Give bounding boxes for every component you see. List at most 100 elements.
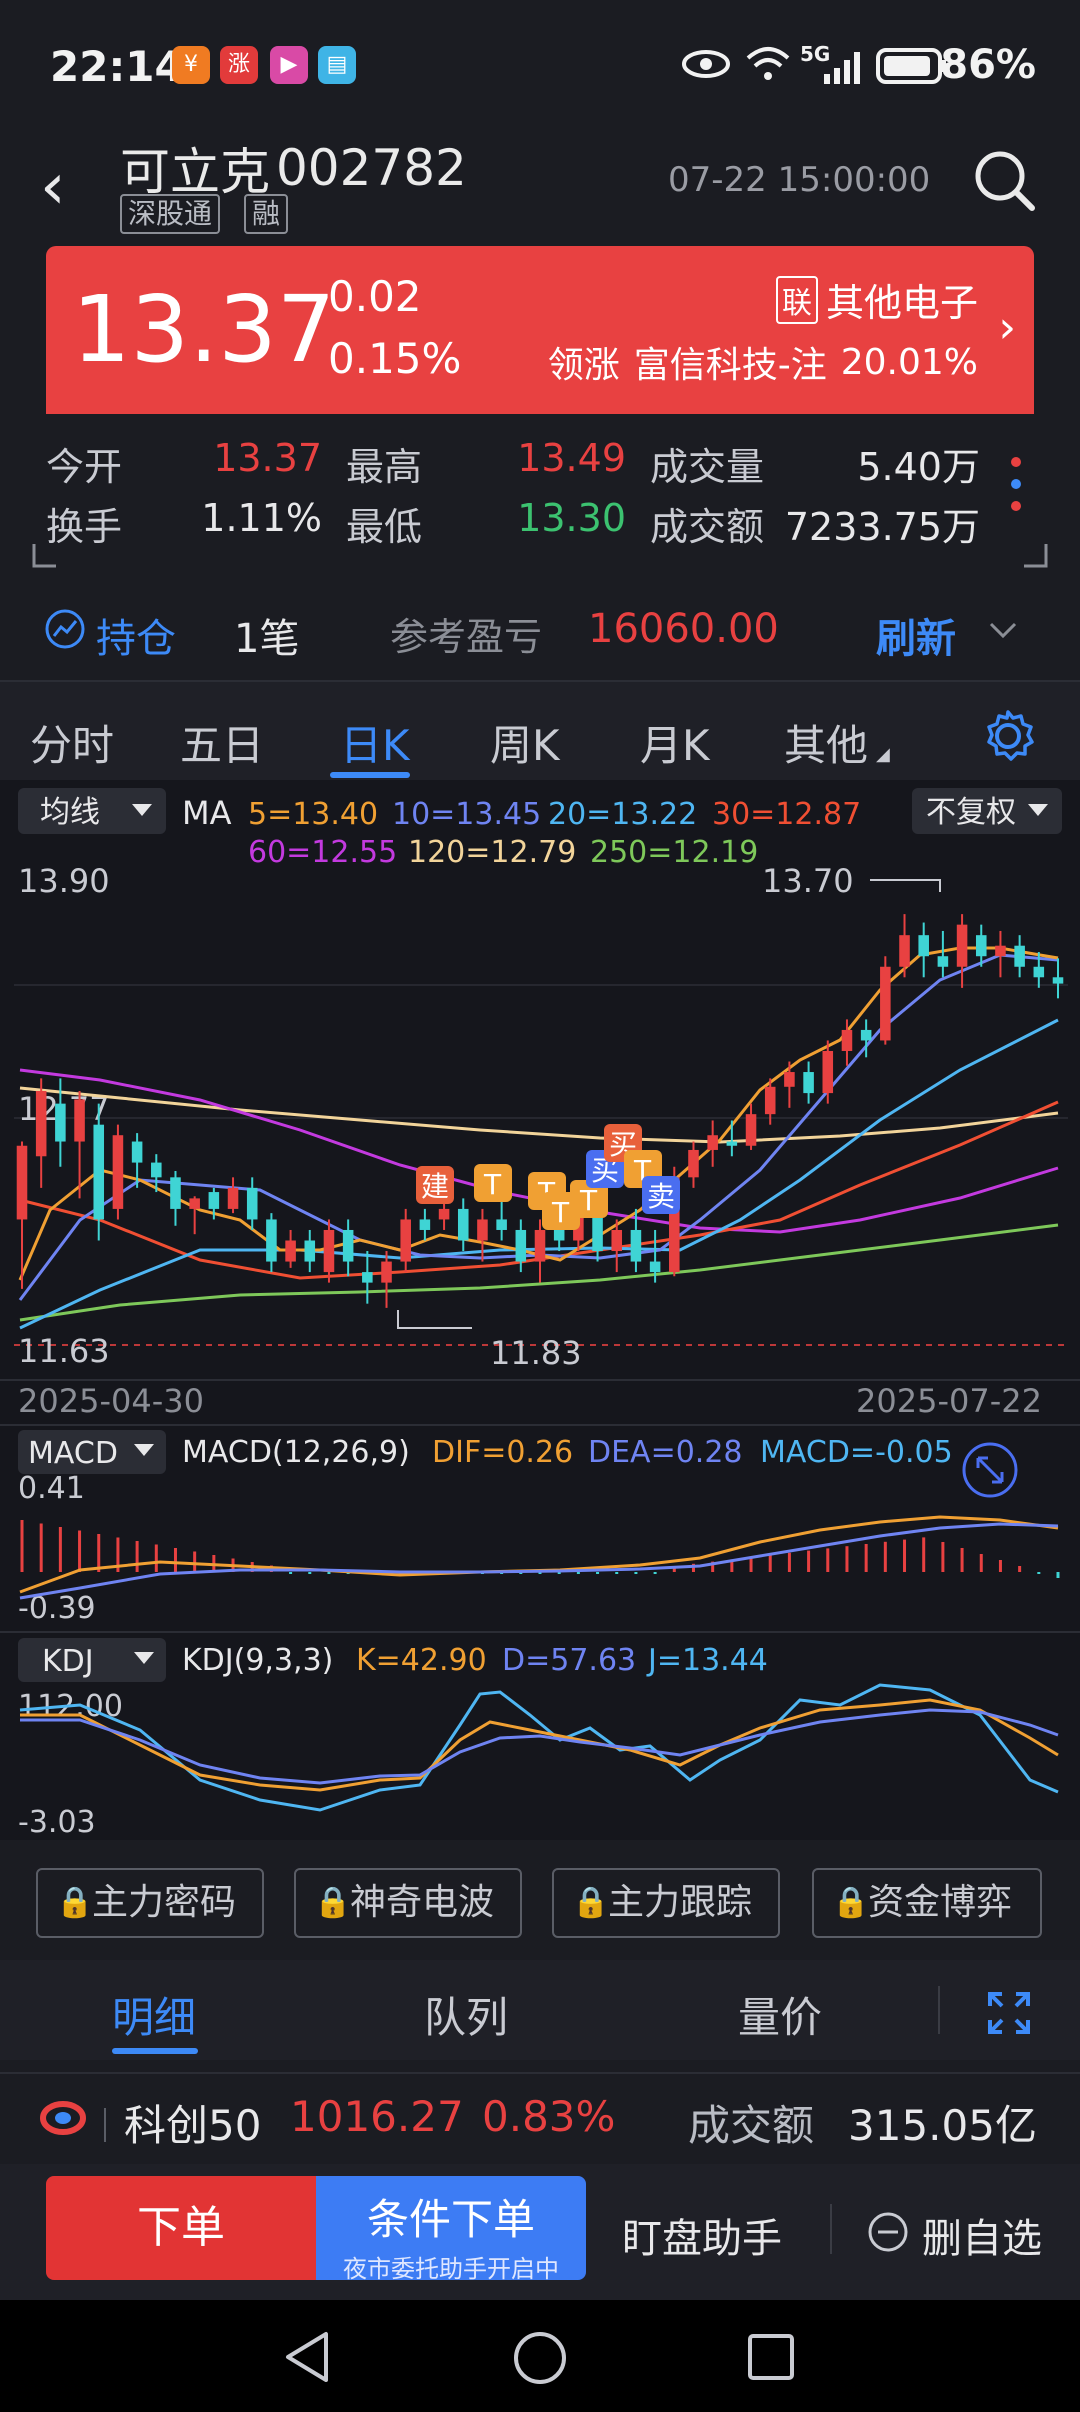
adjust-label: 不复权	[926, 795, 1016, 830]
candle-body	[822, 1050, 834, 1094]
candle-body	[16, 1145, 28, 1220]
tag-shenzhen-connect[interactable]: 深股通	[120, 194, 221, 234]
high-label: 最高	[346, 445, 423, 489]
ma-legend-item: 60=12.55	[248, 835, 397, 870]
macd-bar	[845, 1546, 849, 1572]
tab-intraday[interactable]: 分时	[30, 712, 114, 773]
nav-recents-icon[interactable]	[746, 2332, 796, 2382]
macd-bar	[749, 1557, 753, 1572]
low-mark-label: 11.83	[490, 1334, 582, 1372]
kdj-j: J=13.44	[646, 1643, 768, 1678]
macd-bar	[653, 1572, 657, 1574]
macd-bar	[787, 1552, 791, 1572]
capital-game-button[interactable]: 🔒 资金博弈	[812, 1868, 1042, 1938]
more-dots-icon[interactable]	[1006, 452, 1026, 518]
trade-mark-t3-text: T	[551, 1196, 570, 1229]
kline-chart[interactable]: 均线 MA 5=13.40 10=13.45 20=13.22 30=12.87 60=…	[0, 780, 1080, 1840]
monitor-assistant-button[interactable]: 盯盘助手	[622, 2206, 782, 2264]
candle-body	[400, 1219, 411, 1262]
candle-body	[995, 945, 1006, 957]
candle-body	[74, 1099, 85, 1142]
tab-weekly-k[interactable]: 周K	[490, 712, 560, 773]
date-end: 2025-07-22	[856, 1382, 1042, 1420]
leading-stock[interactable]: 领涨 富信科技-注 20.01%	[548, 336, 978, 388]
conditional-order-sub: 夜市委托助手开启中	[343, 2255, 559, 2283]
battery-percent: 86%	[940, 42, 1036, 88]
macd-bar	[768, 1555, 772, 1572]
tab-monthly-k[interactable]: 月K	[640, 712, 710, 773]
candle-body	[1033, 966, 1045, 978]
order-button[interactable]: 下单	[46, 2176, 316, 2280]
active-tab-indicator	[330, 772, 410, 778]
candle-body	[841, 1029, 853, 1051]
nav-back-icon[interactable]	[282, 2330, 332, 2384]
index-ticker[interactable]: 科创50 1016.27 0.83% 成交额 315.05亿	[0, 2072, 1080, 2162]
remove-circle-icon[interactable]	[866, 2210, 910, 2254]
kdj-d: D=57.63	[502, 1643, 636, 1678]
main-force-track-button[interactable]: 🔒 主力跟踪	[552, 1868, 780, 1938]
candle-body	[93, 1124, 105, 1220]
trend-icon	[45, 609, 85, 649]
lock-icon: 🔒	[832, 1885, 870, 1920]
candle-body	[1052, 977, 1064, 984]
macd-dif: DIF=0.26	[432, 1435, 573, 1470]
refresh-button[interactable]: 刷新	[876, 606, 956, 664]
search-icon[interactable]	[972, 148, 1036, 212]
settings-gear-icon[interactable]	[980, 708, 1036, 764]
candle-body	[975, 935, 987, 957]
main-force-code-button[interactable]: 🔒 主力密码	[36, 1868, 264, 1938]
low-value: 13.30	[517, 496, 626, 540]
macd-bar	[998, 1560, 1002, 1572]
remove-watchlist-button[interactable]: 删自选	[922, 2206, 1042, 2264]
chevron-down-icon[interactable]	[988, 620, 1018, 640]
candle-body	[419, 1219, 431, 1230]
chevron-right-icon[interactable]: ›	[998, 302, 1016, 353]
index-name: 科创50	[124, 2101, 262, 2150]
tab-detail[interactable]: 明细	[112, 1984, 196, 2045]
macd-bar	[154, 1544, 158, 1572]
tab-volume-price[interactable]: 量价	[738, 1984, 822, 2045]
index-logo-icon	[40, 2101, 86, 2135]
capital-game-label: 资金博弈	[868, 1882, 1013, 1923]
candle-body	[477, 1219, 488, 1241]
candle-body	[899, 935, 910, 967]
nav-home-icon[interactable]	[512, 2330, 568, 2386]
back-button[interactable]: ‹	[40, 150, 66, 224]
divider	[104, 2108, 106, 2142]
ma-label: MA	[182, 794, 232, 832]
tab-queue[interactable]: 队列	[424, 1984, 508, 2045]
price-change: 0.02	[328, 272, 422, 321]
macd-bar	[903, 1539, 907, 1572]
other-dropdown-icon: ◢	[876, 744, 890, 765]
trade-mark-t4-text: T	[579, 1184, 598, 1217]
tab-other[interactable]: 其他	[784, 712, 868, 773]
date-start: 2025-04-30	[18, 1382, 204, 1420]
fullscreen-icon[interactable]	[986, 1990, 1032, 2036]
ma-legend-item: 120=12.79	[408, 835, 576, 870]
candle-body	[726, 1141, 738, 1146]
candle-body	[688, 1149, 699, 1178]
magic-wave-button[interactable]: 🔒 神奇电波	[294, 1868, 522, 1938]
macd-bar	[289, 1572, 293, 1574]
conditional-order-button[interactable]: 条件下单 夜市委托助手开启中	[316, 2176, 586, 2283]
ma-legend-item: 20=13.22	[548, 797, 697, 832]
lock-icon: 🔒	[314, 1885, 352, 1920]
position-button[interactable]: 持仓	[96, 606, 176, 664]
volume-value: 5.40万	[857, 445, 980, 489]
ma-legend-item: 250=12.19	[590, 835, 758, 870]
macd-axis-top: 0.41	[18, 1471, 85, 1506]
candle-body	[285, 1240, 296, 1262]
candle-body	[189, 1198, 200, 1209]
tag-margin[interactable]: 融	[244, 194, 289, 234]
candle-body	[784, 1072, 795, 1087]
macd-bar	[135, 1541, 139, 1572]
index-pct: 0.83%	[482, 2092, 616, 2141]
candle-body	[151, 1162, 162, 1178]
quote-bracket	[32, 544, 1048, 568]
sector-link[interactable]: 联 其他电子	[775, 272, 978, 327]
candle-body	[745, 1114, 757, 1146]
candle-body	[112, 1135, 124, 1209]
tab-daily-k[interactable]: 日K	[340, 712, 410, 773]
turnover-value: 1.11%	[201, 496, 322, 540]
tab-five-day[interactable]: 五日	[180, 712, 264, 773]
